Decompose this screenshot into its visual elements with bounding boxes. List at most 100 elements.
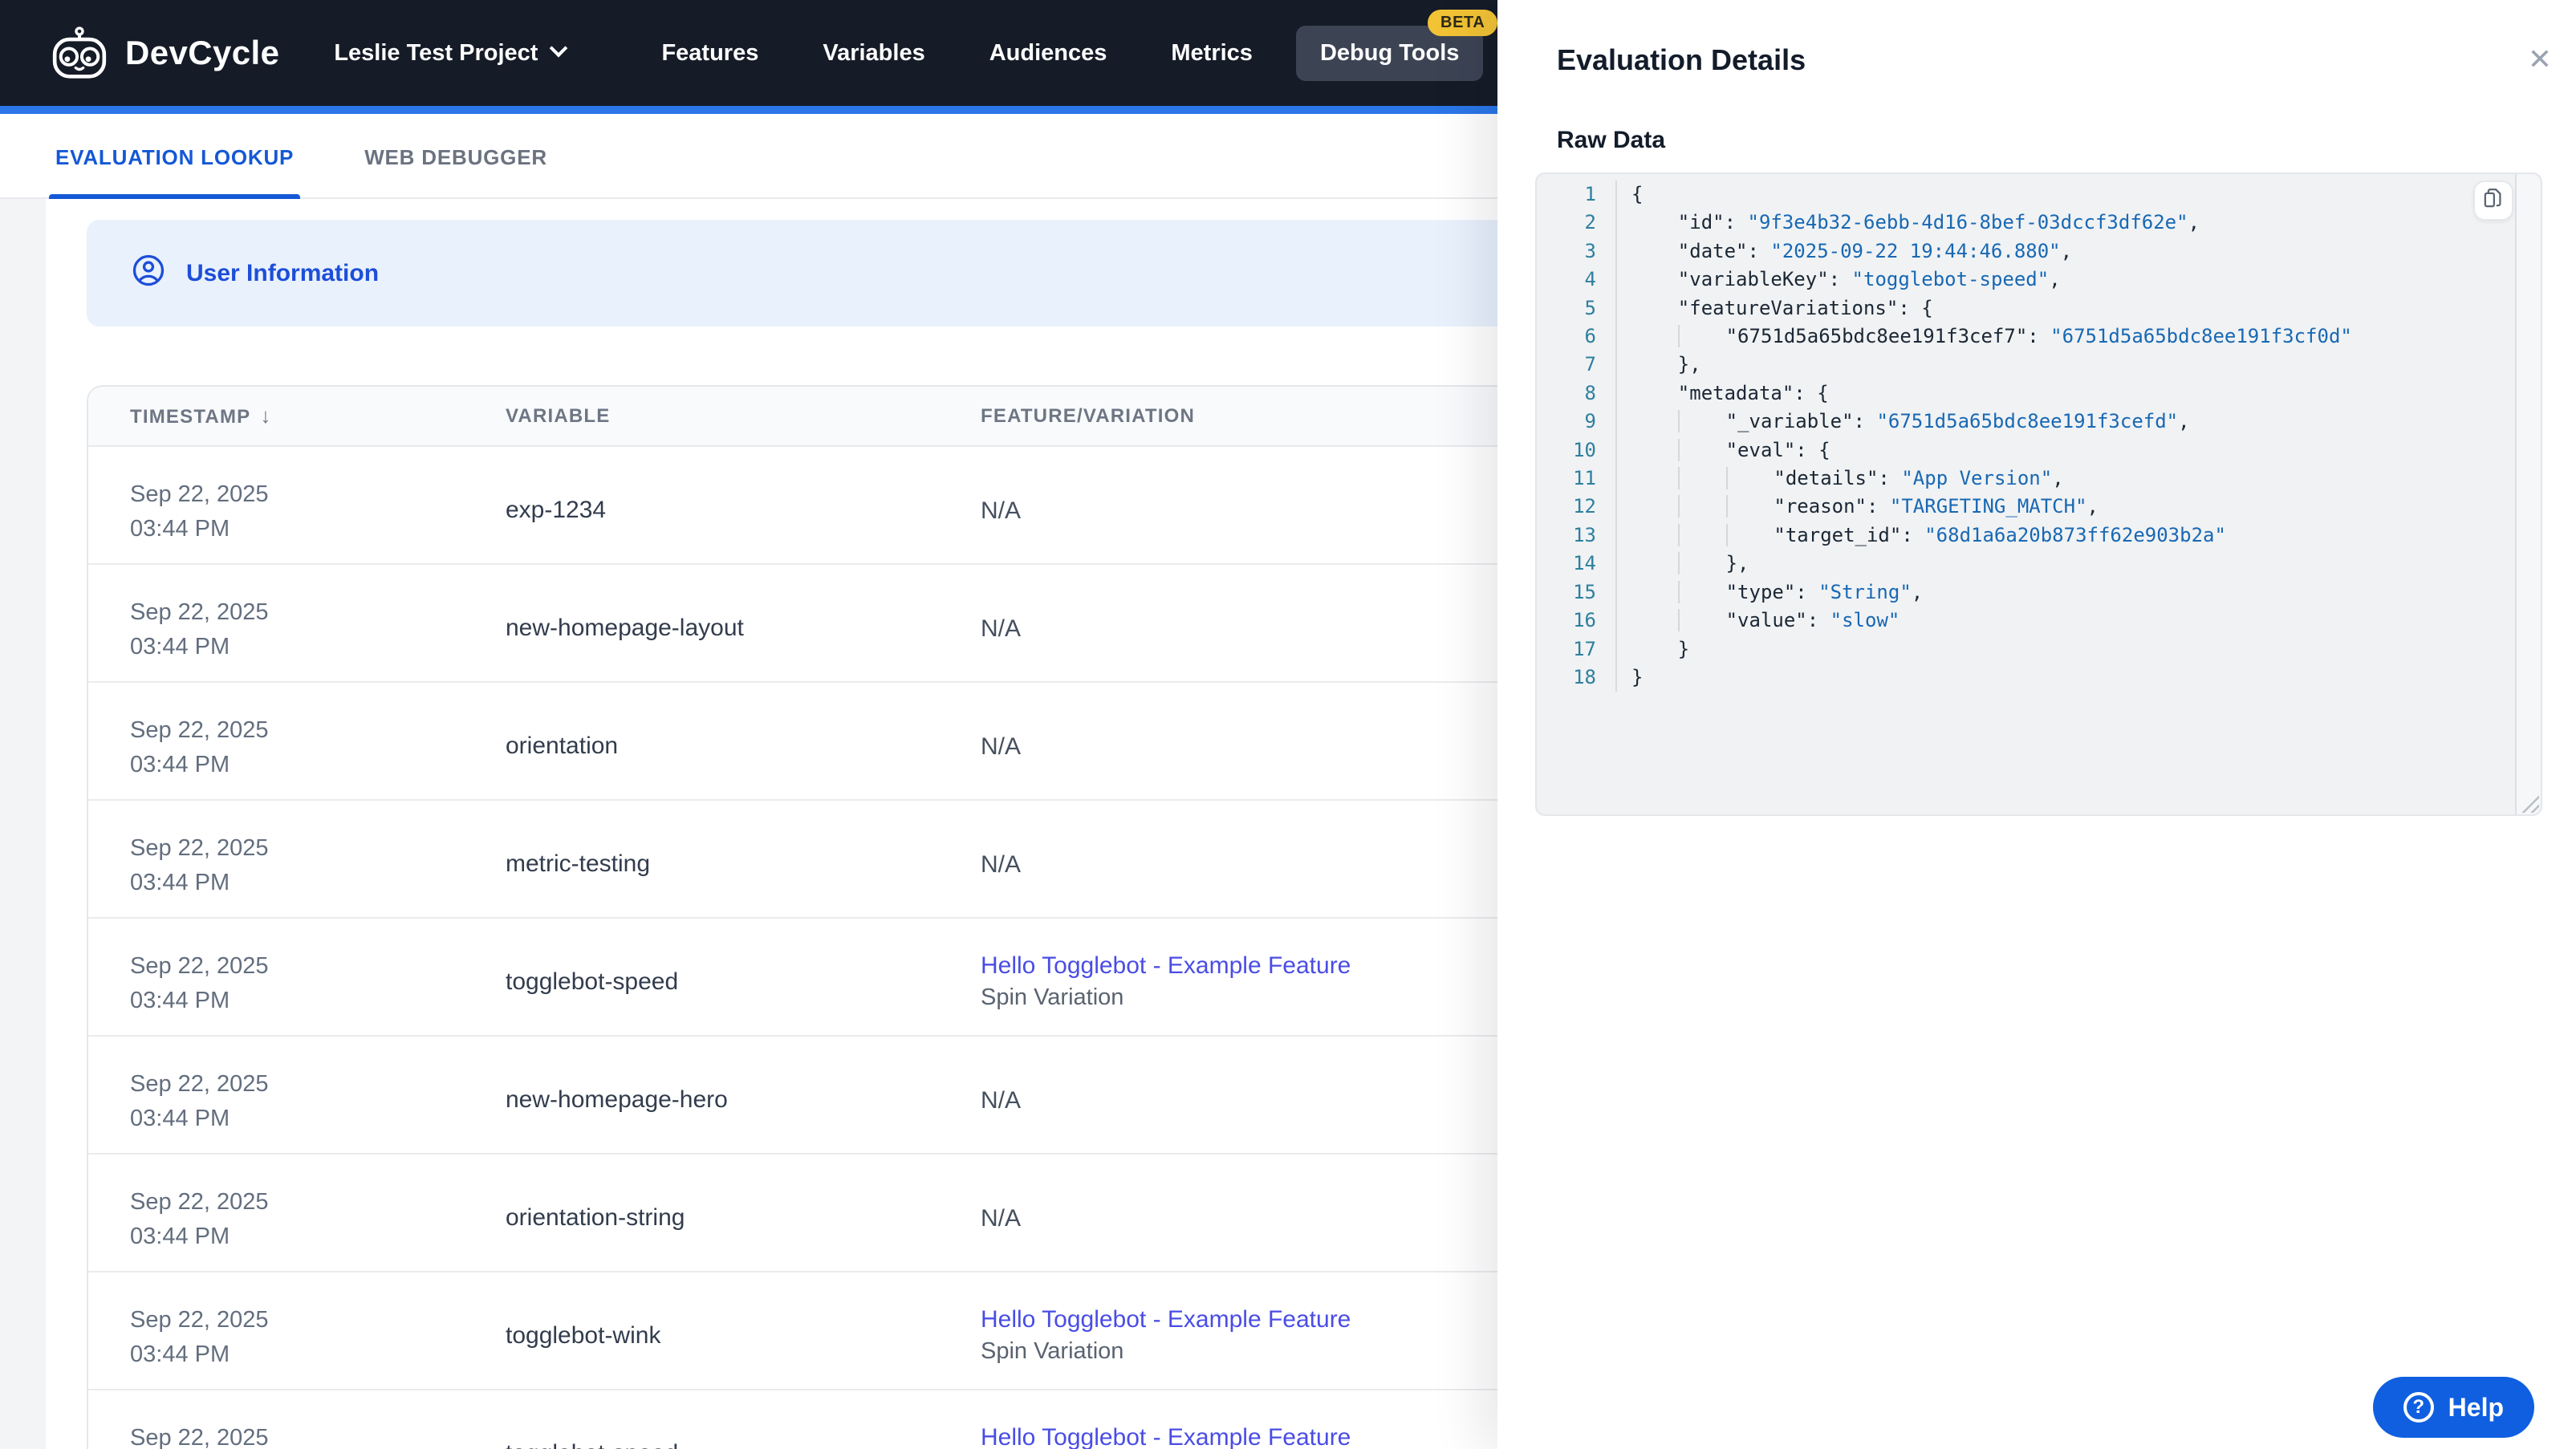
- line-number: 14: [1537, 550, 1617, 578]
- line-content: "reason": "TARGETING_MATCH",: [1617, 493, 2099, 521]
- table-row: Sep 22, 2025 03:44 PM orientation-string N/…: [88, 1155, 1539, 1272]
- feature-link[interactable]: Hello Togglebot - Example Feature: [981, 952, 1539, 980]
- nav-item-audiences[interactable]: Audiences: [989, 40, 1107, 67]
- code-scrollbar[interactable]: [2515, 174, 2541, 814]
- feature-cell: N/A: [981, 839, 1539, 879]
- timestamp-cell: Sep 22, 202503:44 PM: [88, 1172, 506, 1254]
- close-icon[interactable]: ✕: [2528, 45, 2552, 74]
- left-gutter: [0, 199, 46, 1449]
- feature-na: N/A: [981, 497, 1022, 524]
- tab-evaluation-lookup[interactable]: EVALUATION LOOKUP: [49, 145, 300, 198]
- beta-badge: BETA: [1428, 9, 1498, 36]
- indent-guide: [1725, 467, 1774, 490]
- line-content: },: [1677, 353, 1701, 376]
- feature-na: N/A: [981, 851, 1022, 878]
- indent-guide: [1677, 325, 1726, 348]
- devcycle-logo[interactable]: DevCycle: [50, 26, 279, 80]
- code-line: 9 "_variable": "6751d5a65bdc8ee191f3cefd…: [1537, 408, 2541, 436]
- timestamp-date: Sep 22, 2025: [130, 1070, 269, 1097]
- line-number: 8: [1537, 379, 1617, 408]
- evaluations-table: TIMESTAMP ↓ VARIABLE FEATURE/VARIATION Sep …: [87, 385, 1541, 1449]
- timestamp-cell: Sep 22, 202503:44 PM: [88, 582, 506, 664]
- code-line: 2 "id": "9f3e4b32-6ebb-4d16-8bef-03dccf3…: [1537, 209, 2541, 237]
- timestamp-time: 03:44 PM: [130, 633, 230, 660]
- user-circle-icon: [132, 254, 165, 294]
- line-number: 7: [1537, 351, 1617, 380]
- raw-data-code-block[interactable]: 1{2 "id": "9f3e4b32-6ebb-4d16-8bef-03dcc…: [1535, 172, 2542, 816]
- timestamp-cell: Sep 22, 202503:44 PM: [88, 818, 506, 900]
- table-header: TIMESTAMP ↓ VARIABLE FEATURE/VARIATION: [88, 387, 1539, 447]
- line-number: 11: [1537, 465, 1617, 493]
- feature-na: N/A: [981, 1087, 1022, 1114]
- feature-link[interactable]: Hello Togglebot - Example Feature: [981, 1424, 1539, 1449]
- line-content: }: [1677, 637, 1690, 660]
- indent-guide: [1677, 410, 1726, 433]
- nav-item-metrics[interactable]: Metrics: [1171, 40, 1253, 67]
- line-number: 3: [1537, 237, 1617, 266]
- question-circle-icon: ?: [2403, 1392, 2434, 1423]
- line-content: "type": "String",: [1617, 578, 1923, 607]
- copy-button[interactable]: [2473, 181, 2513, 221]
- user-information-banner[interactable]: User Information: [87, 220, 1541, 327]
- line-number: 10: [1537, 436, 1617, 465]
- variable-cell: new-homepage-layout: [506, 614, 744, 641]
- line-content: }: [1631, 665, 1644, 688]
- column-header-variable[interactable]: VARIABLE: [506, 405, 981, 428]
- timestamp-cell: Sep 22, 202503:44 PM: [88, 936, 506, 1018]
- chevron-down-icon: [550, 39, 568, 58]
- timestamp-time: 03:44 PM: [130, 1223, 230, 1249]
- code-lines: 1{2 "id": "9f3e4b32-6ebb-4d16-8bef-03dcc…: [1537, 181, 2541, 692]
- line-number: 1: [1537, 181, 1617, 209]
- timestamp-cell: Sep 22, 202503:44 PM: [88, 1408, 506, 1449]
- line-content: "target_id": "68d1a6a20b873ff62e903b2a": [1617, 522, 2226, 550]
- column-header-feature-variation[interactable]: FEATURE/VARIATION: [981, 405, 1539, 428]
- timestamp-date: Sep 22, 2025: [130, 481, 269, 507]
- column-header-timestamp[interactable]: TIMESTAMP ↓: [88, 404, 506, 428]
- indent-guide: [1677, 495, 1726, 518]
- variable-cell: togglebot-wink: [506, 1321, 661, 1349]
- timestamp-time: 03:44 PM: [130, 751, 230, 777]
- indent-guide: [1677, 523, 1726, 546]
- code-line: 13 "target_id": "68d1a6a20b873ff62e903b2…: [1537, 521, 2541, 550]
- line-number: 16: [1537, 607, 1617, 635]
- app-root: DevCycle Leslie Test Project Features Var…: [0, 0, 2576, 1449]
- indent-guide: [1677, 609, 1726, 632]
- variable-cell: togglebot-speed: [506, 1431, 981, 1449]
- resize-grip[interactable]: [2520, 794, 2539, 813]
- feature-link[interactable]: Hello Togglebot - Example Feature: [981, 1306, 1539, 1333]
- nav-item-debug-tools[interactable]: Debug Tools BETA: [1295, 9, 1498, 81]
- nav-item-variables[interactable]: Variables: [823, 40, 924, 67]
- code-line: 18}: [1537, 663, 2541, 692]
- tab-web-debugger[interactable]: WEB DEBUGGER: [358, 145, 554, 197]
- indent-guide: [1725, 495, 1774, 518]
- variable-cell: togglebot-speed: [506, 968, 679, 995]
- line-number: 18: [1537, 663, 1617, 692]
- project-selector[interactable]: Leslie Test Project: [334, 39, 568, 67]
- nav-item-features[interactable]: Features: [661, 40, 758, 67]
- banner-title: User Information: [186, 259, 380, 286]
- timestamp-date: Sep 22, 2025: [130, 834, 269, 861]
- timestamp-date: Sep 22, 2025: [130, 952, 269, 979]
- table-row: Sep 22, 2025 03:44 PM new-homepage-layout N…: [88, 565, 1539, 683]
- raw-data-label: Raw Data: [1557, 127, 1666, 153]
- line-content: "metadata": {: [1677, 381, 1829, 404]
- line-content: },: [1617, 550, 1749, 578]
- variable-cell: metric-testing: [506, 850, 651, 877]
- code-line: 4 "variableKey": "togglebot-speed",: [1537, 266, 2541, 294]
- table-row: Sep 22, 2025 03:44 PM new-homepage-hero N/A: [88, 1037, 1539, 1155]
- table-body: Sep 22, 2025 03:44 PM exp-1234 N/A Sep 22, 2…: [88, 447, 1539, 1449]
- line-number: 17: [1537, 635, 1617, 664]
- indent-guide: [1677, 580, 1726, 603]
- timestamp-time: 03:44 PM: [130, 1105, 230, 1131]
- help-button[interactable]: ? Help: [2372, 1377, 2534, 1438]
- timestamp-date: Sep 22, 2025: [130, 1306, 269, 1333]
- code-line: 16 "value": "slow": [1537, 607, 2541, 635]
- help-label: Help: [2448, 1392, 2504, 1422]
- code-line: 15 "type": "String",: [1537, 578, 2541, 607]
- feature-na: N/A: [981, 733, 1022, 760]
- line-content: "6751d5a65bdc8ee191f3cef7": "6751d5a65bd…: [1617, 323, 2352, 351]
- code-line: 10 "eval": {: [1537, 436, 2541, 465]
- sort-desc-icon[interactable]: ↓: [260, 404, 271, 428]
- code-line: 12 "reason": "TARGETING_MATCH",: [1537, 493, 2541, 522]
- timestamp-cell: Sep 22, 2025 03:44 PM: [88, 1054, 506, 1136]
